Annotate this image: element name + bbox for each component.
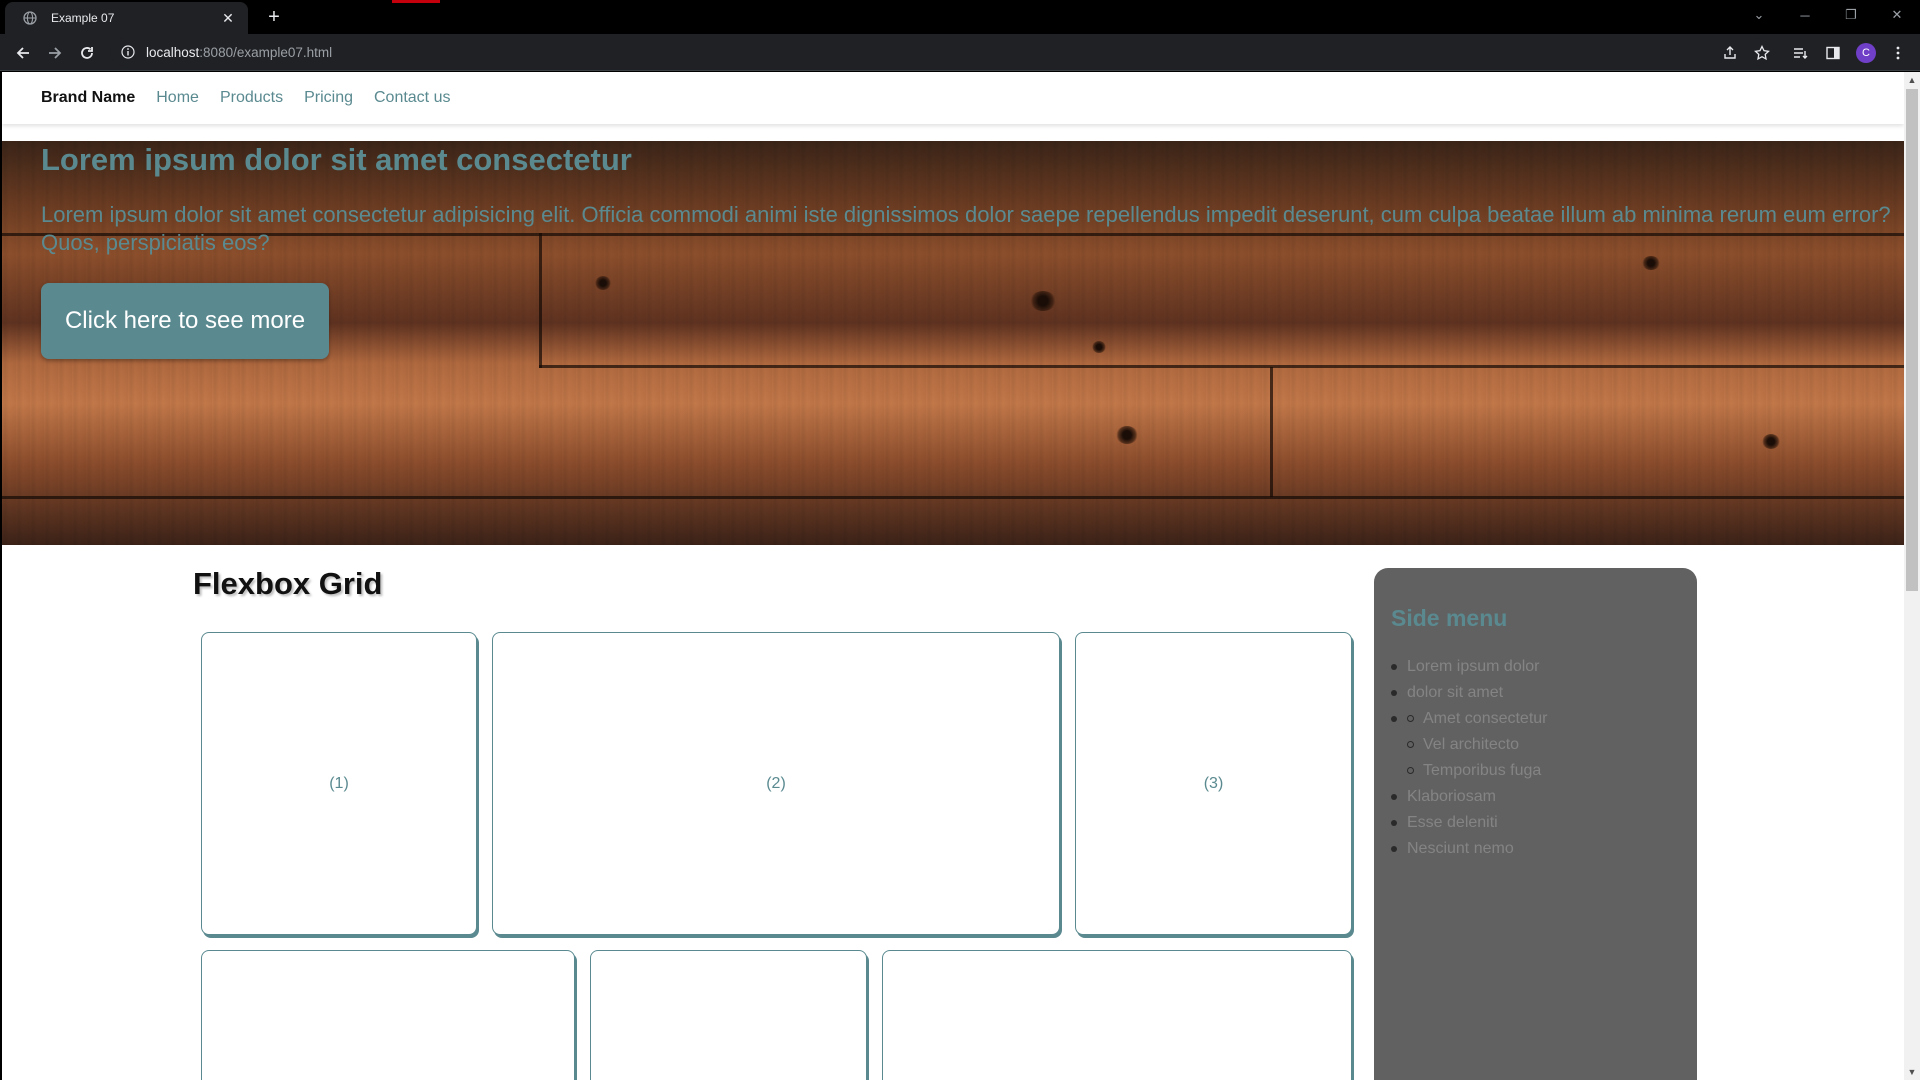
- browser-tab[interactable]: Example 07 ✕: [5, 2, 248, 34]
- url-host: localhost: [146, 44, 200, 60]
- side-menu-item-label: Klaboriosam: [1407, 788, 1496, 805]
- nav-link-home[interactable]: Home: [156, 89, 199, 107]
- reload-icon: [81, 47, 93, 59]
- side-panel-icon[interactable]: [1819, 39, 1847, 67]
- tab-strip-indicator: [392, 0, 440, 3]
- nav-link-pricing[interactable]: Pricing: [304, 89, 353, 107]
- grid-box-4: [201, 950, 575, 1080]
- reload-button[interactable]: [73, 39, 101, 67]
- profile-avatar[interactable]: C: [1852, 39, 1880, 67]
- bullet-icon: [1391, 846, 1397, 852]
- forward-button[interactable]: [41, 39, 69, 67]
- restore-button[interactable]: ❐: [1828, 0, 1874, 30]
- wood-knot: [1642, 256, 1660, 270]
- side-menu-item[interactable]: Klaboriosam: [1391, 784, 1548, 810]
- grid-box-5: [590, 950, 867, 1080]
- profile-initial: C: [1856, 43, 1876, 63]
- page-viewport: Brand Name Home Products Pricing Contact…: [2, 72, 1920, 1080]
- back-arrow-icon: [16, 47, 29, 59]
- page-scrollbar[interactable]: ▲ ▼: [1904, 72, 1920, 1080]
- scroll-down-arrow-icon[interactable]: ▼: [1904, 1064, 1920, 1080]
- share-icon[interactable]: [1716, 39, 1744, 67]
- bookmark-star-icon[interactable]: [1748, 39, 1776, 67]
- tab-close-icon[interactable]: ✕: [216, 10, 240, 27]
- wood-knot: [1116, 426, 1138, 444]
- globe-icon: [22, 10, 38, 26]
- scroll-up-arrow-icon[interactable]: ▲: [1904, 72, 1920, 88]
- address-bar[interactable]: localhost:8080/example07.html: [110, 38, 1770, 66]
- wood-knot: [595, 276, 611, 290]
- grid-box-2: (2): [492, 632, 1060, 935]
- tab-search-icon[interactable]: ⌄: [1736, 0, 1782, 30]
- forward-arrow-icon: [49, 47, 62, 59]
- bullet-icon: [1391, 664, 1397, 670]
- reading-list-icon[interactable]: [1786, 39, 1814, 67]
- url-text: localhost:8080/example07.html: [146, 45, 332, 60]
- url-path: :8080/example07.html: [199, 44, 333, 60]
- side-menu-item-label: Nesciunt nemo: [1407, 840, 1514, 857]
- tab-title: Example 07: [51, 11, 115, 25]
- nav-link-products[interactable]: Products: [220, 89, 283, 107]
- new-tab-button[interactable]: +: [262, 5, 286, 29]
- wood-knot: [1030, 291, 1056, 311]
- side-menu-item-label: Esse deleniti: [1407, 814, 1498, 831]
- grid-box-3: (3): [1075, 632, 1352, 935]
- hero-title: Lorem ipsum dolor sit amet consectetur: [41, 142, 632, 177]
- grid-box-6: [882, 950, 1352, 1080]
- browser-tab-strip: Example 07 ✕ + ⌄ ─ ❐ ✕: [0, 0, 1920, 34]
- circle-bullet-icon: [1407, 715, 1414, 722]
- side-menu-item-label: dolor sit amet: [1407, 684, 1504, 701]
- bullet-icon: [1391, 794, 1397, 800]
- brand-name[interactable]: Brand Name: [41, 89, 135, 107]
- bullet-icon: [1391, 716, 1397, 722]
- close-window-button[interactable]: ✕: [1874, 0, 1920, 30]
- side-menu-item-label: Amet consectetur: [1423, 710, 1548, 727]
- circle-bullet-icon: [1407, 767, 1414, 774]
- side-menu-item-label: Vel architecto: [1423, 736, 1520, 753]
- side-menu-subitem[interactable]: Vel architecto: [1391, 732, 1548, 758]
- bullet-icon: [1391, 690, 1397, 696]
- side-menu-subitem[interactable]: Temporibus fuga: [1391, 758, 1548, 784]
- grid-title: Flexbox Grid: [193, 566, 383, 601]
- circle-bullet-icon: [1407, 741, 1414, 748]
- side-menu-list: Lorem ipsum dolor dolor sit amet Amet co…: [1391, 654, 1548, 862]
- wood-plank-seam: [1270, 367, 1273, 497]
- nav-link-contact[interactable]: Contact us: [374, 89, 450, 107]
- wood-plank-seam: [2, 496, 1904, 499]
- bullet-icon: [1391, 820, 1397, 826]
- side-menu: Side menu Lorem ipsum dolor dolor sit am…: [1374, 568, 1697, 1080]
- scroll-thumb[interactable]: [1906, 89, 1918, 591]
- side-menu-item-label: Lorem ipsum dolor: [1407, 658, 1540, 675]
- wood-knot: [1092, 341, 1106, 353]
- hero-text: Lorem ipsum dolor sit amet consectetur a…: [41, 202, 1891, 255]
- minimize-button[interactable]: ─: [1782, 0, 1828, 30]
- side-menu-title: Side menu: [1391, 605, 1508, 631]
- hero-banner: Lorem ipsum dolor sit amet consectetur L…: [2, 141, 1904, 545]
- side-menu-item[interactable]: Nesciunt nemo: [1391, 836, 1548, 862]
- browser-toolbar: localhost:8080/example07.html C: [0, 34, 1920, 71]
- wood-knot: [1762, 434, 1780, 449]
- side-menu-item[interactable]: Lorem ipsum dolor: [1391, 654, 1548, 680]
- menu-kebab-icon[interactable]: [1884, 39, 1912, 67]
- side-menu-item[interactable]: dolor sit amet: [1391, 680, 1548, 706]
- side-menu-item[interactable]: Amet consectetur: [1391, 706, 1548, 732]
- site-navbar: Brand Name Home Products Pricing Contact…: [2, 72, 1904, 124]
- site-info-icon[interactable]: [120, 44, 136, 60]
- back-button[interactable]: [9, 39, 37, 67]
- side-menu-item-label: Temporibus fuga: [1423, 762, 1542, 779]
- side-menu-item[interactable]: Esse deleniti: [1391, 810, 1548, 836]
- grid-box-1: (1): [201, 632, 477, 935]
- see-more-button[interactable]: Click here to see more: [41, 283, 329, 359]
- wood-plank-seam: [539, 365, 1904, 368]
